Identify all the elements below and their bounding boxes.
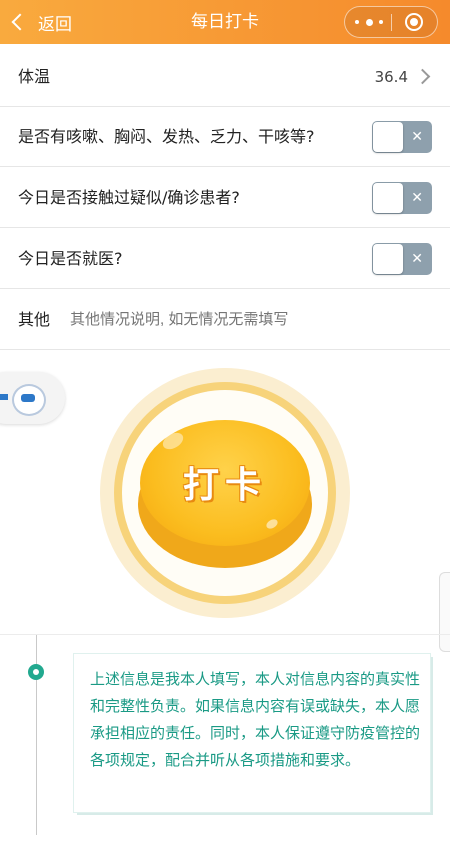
question-label: 是否有咳嗽、胸闷、发热、乏力、干咳等? bbox=[18, 127, 315, 146]
other-input[interactable] bbox=[70, 290, 410, 350]
contact-toggle[interactable]: ✕ bbox=[372, 182, 432, 214]
toggle-knob bbox=[373, 244, 403, 274]
nav-bar: 返回 每日打卡 bbox=[0, 0, 450, 44]
logo-badge-icon bbox=[12, 384, 46, 416]
close-icon: ✕ bbox=[411, 251, 423, 267]
medical-toggle[interactable]: ✕ bbox=[372, 243, 432, 275]
declaration-text: 上述信息是我本人填写，本人对信息内容的真实性和完整性负责。如果信息内容有误或缺失… bbox=[90, 670, 421, 769]
question-row-contact: 今日是否接触过疑似/确诊患者? ✕ bbox=[0, 168, 450, 228]
question-label: 今日是否接触过疑似/确诊患者? bbox=[18, 188, 240, 207]
temperature-label: 体温 bbox=[18, 67, 51, 86]
question-row-medical: 今日是否就医? ✕ bbox=[0, 229, 450, 289]
checkin-label: 打卡 bbox=[182, 465, 267, 506]
question-label: 今日是否就医? bbox=[18, 249, 123, 268]
close-icon: ✕ bbox=[411, 129, 423, 145]
declaration-card: 上述信息是我本人填写，本人对信息内容的真实性和完整性负责。如果信息内容有误或缺失… bbox=[74, 654, 430, 812]
chevron-right-icon bbox=[414, 68, 431, 85]
side-pull-tab[interactable] bbox=[439, 572, 450, 652]
checkin-button[interactable]: 打卡 bbox=[100, 368, 350, 618]
toggle-knob bbox=[373, 183, 403, 213]
more-dots-icon[interactable] bbox=[355, 15, 383, 29]
other-row: 其他 bbox=[0, 290, 450, 350]
floating-logo-button[interactable] bbox=[0, 372, 65, 424]
temperature-row[interactable]: 体温 36.4 bbox=[0, 47, 450, 107]
capsule-divider bbox=[391, 14, 392, 31]
close-icon: ✕ bbox=[411, 190, 423, 206]
toggle-knob bbox=[373, 122, 403, 152]
section-divider bbox=[0, 634, 450, 635]
question-row-symptoms: 是否有咳嗽、胸闷、发热、乏力、干咳等? ✕ bbox=[0, 107, 450, 167]
timeline-dot-icon bbox=[28, 664, 44, 680]
temperature-value: 36.4 bbox=[374, 68, 408, 86]
other-label: 其他 bbox=[18, 310, 51, 329]
target-circle-icon[interactable] bbox=[405, 13, 423, 31]
symptoms-toggle[interactable]: ✕ bbox=[372, 121, 432, 153]
mini-program-capsule bbox=[344, 6, 438, 38]
logo-mark bbox=[0, 394, 8, 400]
